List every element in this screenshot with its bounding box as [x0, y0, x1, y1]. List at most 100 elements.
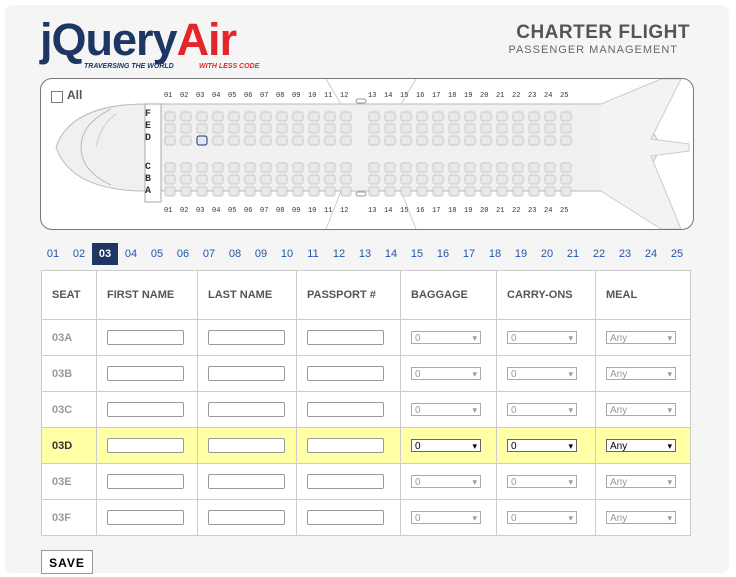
seat — [276, 111, 288, 122]
seat — [244, 174, 256, 185]
seat — [544, 135, 556, 146]
first-name-input[interactable] — [107, 330, 184, 345]
passport-input[interactable] — [307, 366, 384, 381]
tab-row-12[interactable]: 12 — [326, 243, 352, 265]
tab-row-11[interactable]: 11 — [300, 243, 326, 265]
last-name-input[interactable] — [208, 330, 285, 345]
last-name-input[interactable] — [208, 438, 285, 453]
tab-row-22[interactable]: 22 — [586, 243, 612, 265]
first-name-input[interactable] — [107, 402, 184, 417]
seat — [384, 186, 396, 197]
seat-cell: 03A — [41, 319, 97, 356]
tab-row-20[interactable]: 20 — [534, 243, 560, 265]
carry-ons-select[interactable]: 0 — [507, 331, 577, 345]
tab-row-21[interactable]: 21 — [560, 243, 586, 265]
baggage-select[interactable]: 0 — [411, 439, 481, 453]
table-row: 03E 0 0 Any — [41, 463, 691, 500]
meal-select[interactable]: Any — [606, 331, 676, 345]
tab-row-05[interactable]: 05 — [144, 243, 170, 265]
seat — [448, 174, 460, 185]
baggage-select[interactable]: 0 — [411, 367, 481, 381]
row-number: 02 — [180, 207, 189, 215]
tab-row-14[interactable]: 14 — [378, 243, 404, 265]
row-number: 18 — [448, 207, 457, 215]
row-number: 13 — [368, 92, 377, 100]
tab-row-03[interactable]: 03 — [92, 243, 118, 265]
first-name-cell — [96, 427, 198, 464]
seat — [308, 135, 320, 146]
last-name-input[interactable] — [208, 510, 285, 525]
carry-ons-select[interactable]: 0 — [507, 367, 577, 381]
tab-row-08[interactable]: 08 — [222, 243, 248, 265]
first-name-input[interactable] — [107, 366, 184, 381]
row-number: 04 — [212, 207, 221, 215]
tab-row-07[interactable]: 07 — [196, 243, 222, 265]
first-name-input[interactable] — [107, 510, 184, 525]
seat — [544, 111, 556, 122]
row-number: 14 — [384, 92, 393, 100]
last-name-input[interactable] — [208, 474, 285, 489]
seat — [400, 123, 412, 134]
meal-select[interactable]: Any — [606, 511, 676, 525]
tab-row-06[interactable]: 06 — [170, 243, 196, 265]
baggage-select[interactable]: 0 — [411, 403, 481, 417]
seat — [292, 111, 304, 122]
save-button[interactable]: SAVE — [41, 550, 93, 574]
baggage-select[interactable]: 0 — [411, 475, 481, 489]
row-number: 12 — [340, 207, 349, 215]
seat — [560, 174, 572, 185]
tab-row-23[interactable]: 23 — [612, 243, 638, 265]
row-number: 09 — [292, 207, 301, 215]
baggage-select[interactable]: 0 — [411, 331, 481, 345]
row-number: 06 — [244, 92, 253, 100]
seat — [260, 186, 272, 197]
seat — [308, 123, 320, 134]
passport-input[interactable] — [307, 438, 384, 453]
row-number: 08 — [276, 207, 285, 215]
tab-row-19[interactable]: 19 — [508, 243, 534, 265]
passport-input[interactable] — [307, 510, 384, 525]
tab-row-13[interactable]: 13 — [352, 243, 378, 265]
last-name-input[interactable] — [208, 402, 285, 417]
meal-select[interactable]: Any — [606, 367, 676, 381]
carry-ons-select[interactable]: 0 — [507, 439, 577, 453]
tab-row-10[interactable]: 10 — [274, 243, 300, 265]
seat — [432, 111, 444, 122]
tab-row-24[interactable]: 24 — [638, 243, 664, 265]
carry-ons-select[interactable]: 0 — [507, 403, 577, 417]
row-number: 19 — [464, 92, 473, 100]
meal-select[interactable]: Any — [606, 439, 676, 453]
meal-select[interactable]: Any — [606, 403, 676, 417]
baggage-select[interactable]: 0 — [411, 511, 481, 525]
passport-input[interactable] — [307, 330, 384, 345]
col-baggage: BAGGAGE — [400, 270, 497, 320]
first-name-input[interactable] — [107, 438, 184, 453]
seat — [560, 135, 572, 146]
tab-row-16[interactable]: 16 — [430, 243, 456, 265]
tab-row-09[interactable]: 09 — [248, 243, 274, 265]
passport-input[interactable] — [307, 474, 384, 489]
seat — [544, 162, 556, 173]
tab-row-01[interactable]: 01 — [40, 243, 66, 265]
last-name-input[interactable] — [208, 366, 285, 381]
tab-row-15[interactable]: 15 — [404, 243, 430, 265]
meal-cell: Any — [595, 463, 691, 500]
meal-select[interactable]: Any — [606, 475, 676, 489]
seat-letter: C — [145, 162, 152, 173]
meal-cell: Any — [595, 319, 691, 356]
seat — [228, 135, 240, 146]
first-name-input[interactable] — [107, 474, 184, 489]
table-row: 03C 0 0 Any — [41, 391, 691, 428]
carry-ons-select[interactable]: 0 — [507, 511, 577, 525]
passport-input[interactable] — [307, 402, 384, 417]
seat — [528, 111, 540, 122]
seat — [448, 162, 460, 173]
carry-ons-select[interactable]: 0 — [507, 475, 577, 489]
tab-row-25[interactable]: 25 — [664, 243, 690, 265]
tab-row-02[interactable]: 02 — [66, 243, 92, 265]
tab-row-04[interactable]: 04 — [118, 243, 144, 265]
tab-row-18[interactable]: 18 — [482, 243, 508, 265]
row-number: 24 — [544, 207, 553, 215]
seat — [340, 174, 352, 185]
tab-row-17[interactable]: 17 — [456, 243, 482, 265]
